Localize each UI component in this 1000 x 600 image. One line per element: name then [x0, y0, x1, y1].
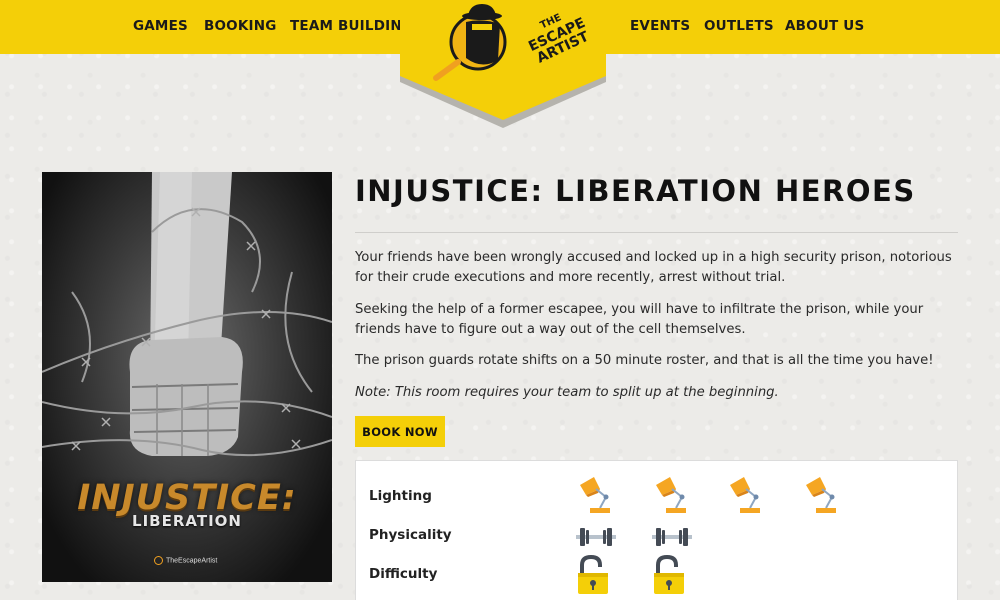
book-now-button[interactable]: BOOK NOW: [355, 416, 445, 447]
dumbbell-icon: [576, 525, 616, 554]
room-poster-image: INJUSTICE: LIBERATION TheEscapeArtist: [42, 172, 332, 582]
desk-lamp-icon: [802, 475, 842, 520]
rating-label-lighting: Lighting: [369, 488, 432, 504]
rating-label-physicality: Physicality: [369, 527, 452, 543]
poster-brand-text: TheEscapeArtist: [166, 557, 218, 565]
desk-lamp-icon: [576, 475, 616, 520]
room-ratings-panel: Lighting Physicality Difficulty: [355, 460, 958, 600]
nav-games[interactable]: GAMES: [133, 18, 188, 34]
nav-about-us[interactable]: ABOUT US: [785, 18, 864, 34]
padlock-icon: [652, 554, 686, 600]
description-paragraph: The prison guards rotate shifts on a 50 …: [355, 353, 934, 368]
padlock-icon: [576, 554, 610, 600]
poster-brand: TheEscapeArtist: [154, 556, 274, 565]
nav-outlets[interactable]: OUTLETS: [704, 18, 774, 34]
nav-events[interactable]: EVENTS: [630, 18, 690, 34]
rating-label-difficulty: Difficulty: [369, 566, 438, 582]
poster-subtitle: LIBERATION: [132, 512, 242, 530]
nav-booking[interactable]: BOOKING: [204, 18, 277, 34]
dumbbell-icon: [652, 525, 692, 554]
desk-lamp-icon: [652, 475, 692, 520]
description-paragraph: Your friends have been wrongly accused a…: [355, 250, 952, 285]
title-divider: [355, 232, 958, 233]
room-title: INJUSTICE: LIBERATION HEROES: [355, 174, 916, 208]
description-paragraph: Seeking the help of a former escapee, yo…: [355, 302, 924, 337]
brand-logo-icon: [154, 556, 163, 565]
desk-lamp-icon: [726, 475, 766, 520]
nav-team-building[interactable]: TEAM BUILDING: [290, 18, 413, 34]
split-team-note: Note: This room requires your team to sp…: [355, 385, 779, 400]
